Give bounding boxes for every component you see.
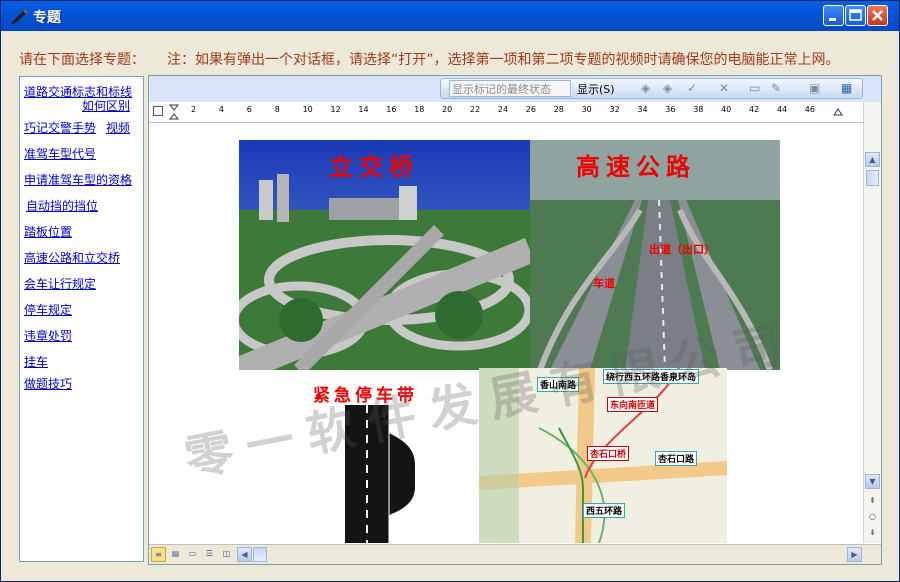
ruler-number: 18 <box>414 105 425 114</box>
window-title: 专题 <box>33 10 61 26</box>
pen-icon <box>11 9 28 24</box>
select-topic-hint: 请在下面选择专题： <box>19 52 145 68</box>
ruler-number: 6 <box>246 105 252 114</box>
ruler-number: 32 <box>609 105 620 114</box>
horizontal-ruler[interactable]: 2 4 6 8 10 12 14 16 18 20 22 24 26 28 30 32 34 36 38 40 42 44… <box>149 102 881 123</box>
topic-link-hand-signals[interactable]: 巧记交警手势 <box>24 119 96 136</box>
right-indent-icon[interactable] <box>833 108 843 116</box>
scroll-right-button[interactable]: ▶ <box>847 547 862 562</box>
indent-marker-icon[interactable] <box>169 104 179 120</box>
note-hint: 注：如果有弹出一个对话框，请选择“打开”，选择第一项和第二项专题的视频时请确保您… <box>167 52 840 68</box>
browse-object-icon[interactable]: ○ <box>865 510 880 525</box>
highway-lane-label: 车道 <box>593 277 615 290</box>
topic-link-auto-gears[interactable]: 自动挡的挡位 <box>26 197 98 214</box>
topic-link-hand-signals-video[interactable]: 视频 <box>106 119 130 136</box>
minimize-icon <box>829 18 836 21</box>
topic-link-license-eligibility[interactable]: 申请准驾车型的资格 <box>24 171 132 188</box>
ruler-number: 38 <box>693 105 704 114</box>
ruler-number: 34 <box>637 105 648 114</box>
minimize-button[interactable] <box>823 5 844 26</box>
title-bar[interactable]: 专题 <box>1 1 899 31</box>
ruler-number: 22 <box>470 105 481 114</box>
reviewing-pane-icon[interactable]: ▣ <box>809 81 820 95</box>
ruler-number: 26 <box>525 105 536 114</box>
document-viewer: 显示标记的最终状态 显示(S) ◈ ◈ ✓ ✕ ▭ ✎ ▣ ▦ 2 4 6 8 10 12 <box>148 75 882 565</box>
scroll-left-button[interactable]: ◀ <box>237 547 252 562</box>
vertical-scrollbar[interactable]: ▲ ▼ ⇞ ○ ⇟ <box>863 102 881 543</box>
ruler-number: 16 <box>386 105 397 114</box>
tab-selector[interactable] <box>153 106 163 116</box>
save-icon[interactable]: ▦ <box>841 81 852 95</box>
accept-change-icon[interactable]: ✓ <box>687 81 697 95</box>
topic-link-traffic-signs-line2[interactable]: 如何区别 <box>82 97 130 114</box>
ruler-number: 14 <box>358 105 369 114</box>
ruler-number: 44 <box>776 105 788 114</box>
map-label-west-5th-ring-rd: 西五环路 <box>583 503 626 518</box>
ruler-number: 12 <box>330 105 341 114</box>
next-change-icon[interactable]: ◈ <box>663 81 672 95</box>
highway-exit-label: 出道（出口） <box>649 243 715 256</box>
document-page: 立交桥 高速公路 出道（出口） 车道 紧急停车带 香山南路 绕行西五环路香泉环岛… <box>149 123 862 543</box>
topic-link-highway-interchange[interactable]: 高速公路和立交桥 <box>24 249 120 266</box>
ruler-number: 36 <box>665 105 676 114</box>
close-button[interactable] <box>867 5 888 26</box>
reviewing-toolbar: 显示标记的最终状态 显示(S) ◈ ◈ ✓ ✕ ▭ ✎ ▣ ▦ <box>149 76 881 102</box>
highway-title: 高速公路 <box>576 152 696 181</box>
ruler-number: 10 <box>302 105 313 114</box>
ruler-number: 20 <box>442 105 453 114</box>
map-label-xingshikou-rd: 杏石口路 <box>655 451 698 466</box>
client-area: 请在下面选择专题： 注：如果有弹出一个对话框，请选择“打开”，选择第一项和第二项… <box>5 31 895 577</box>
ruler-number: 28 <box>553 105 564 114</box>
insert-comment-icon[interactable]: ▭ <box>749 81 760 95</box>
ruler-number: 42 <box>749 105 760 114</box>
normal-view-icon[interactable]: ≡ <box>151 547 166 562</box>
web-view-icon[interactable]: ▤ <box>168 547 183 562</box>
interchange-title: 立交桥 <box>329 152 419 181</box>
reject-change-icon[interactable]: ✕ <box>719 81 729 95</box>
markup-state-dropdown[interactable]: 显示标记的最终状态 <box>449 80 571 97</box>
track-changes-icon[interactable]: ✎ <box>771 81 781 95</box>
ruler-number: 8 <box>274 105 280 114</box>
print-view-icon[interactable]: ▭ <box>185 547 200 562</box>
horizontal-scroll-thumb[interactable] <box>253 547 267 562</box>
previous-change-icon[interactable]: ◈ <box>641 81 650 95</box>
scroll-up-button[interactable]: ▲ <box>865 152 880 167</box>
topic-link-violation-penalties[interactable]: 违章处罚 <box>24 327 72 344</box>
vertical-scroll-thumb[interactable] <box>866 170 879 186</box>
topic-link-pedal-position[interactable]: 踏板位置 <box>24 223 72 240</box>
maximize-icon <box>849 9 862 21</box>
topic-list: 道路交通标志和标线 如何区别 巧记交警手势 视频 准驾车型代号 申请准驾车型的资… <box>19 76 144 562</box>
outline-view-icon[interactable]: ☰ <box>202 547 217 562</box>
topic-link-exam-tips[interactable]: 做题技巧 <box>24 375 72 392</box>
map-label-xingshikou-bridge: 杏石口桥 <box>587 446 630 461</box>
topic-link-parking-rules[interactable]: 停车规定 <box>24 301 72 318</box>
ruler-number: 46 <box>804 105 815 114</box>
toolbar-strip: 显示标记的最终状态 显示(S) ◈ ◈ ✓ ✕ ▭ ✎ ▣ ▦ <box>440 78 863 99</box>
topic-link-yield-rules[interactable]: 会车让行规定 <box>24 275 96 292</box>
ruler-number: 40 <box>721 105 732 114</box>
ruler-number: 2 <box>191 105 197 114</box>
scroll-down-button[interactable]: ▼ <box>865 474 880 489</box>
ruler-number: 24 <box>497 105 509 114</box>
previous-page-icon[interactable]: ⇞ <box>865 494 880 509</box>
show-menu-button[interactable]: 显示(S) <box>577 81 615 97</box>
reading-view-icon[interactable]: ◫ <box>219 547 234 562</box>
ruler-number: 4 <box>218 105 224 114</box>
horizontal-scrollbar[interactable]: ≡ ▤ ▭ ☰ ◫ ◀ ▶ <box>149 544 881 564</box>
next-page-icon[interactable]: ⇟ <box>865 526 880 541</box>
close-icon <box>872 10 883 21</box>
ruler-number: 30 <box>581 105 592 114</box>
app-window: 专题 请在下面选择专题： 注：如果有弹出一个对话框，请选择“打开”，选择第一项和… <box>0 0 900 582</box>
topic-link-license-codes[interactable]: 准驾车型代号 <box>24 145 96 162</box>
maximize-button[interactable] <box>845 5 866 26</box>
topic-link-trailer[interactable]: 挂车 <box>24 353 48 370</box>
